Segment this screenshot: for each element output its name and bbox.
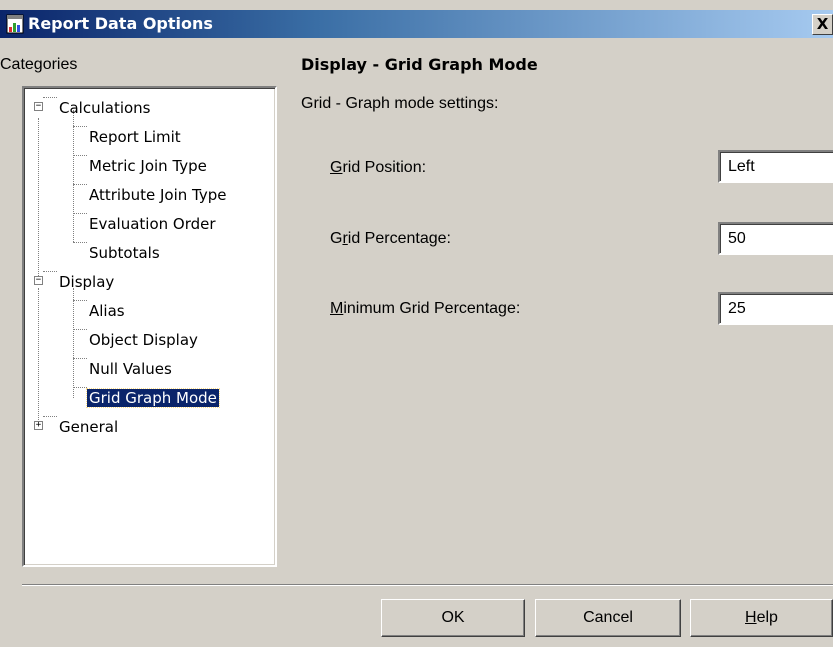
grid-percentage-field[interactable] — [718, 222, 833, 255]
tree-item-label: Metric Join Type — [89, 157, 207, 175]
tree-item-general[interactable]: General — [57, 415, 120, 439]
tree-item-label: Evaluation Order — [89, 215, 216, 233]
expand-general-icon[interactable]: + — [34, 421, 43, 430]
tree-item-attribute-join-type[interactable]: Attribute Join Type — [87, 183, 229, 207]
category-tree[interactable]: − Calculations Report Limit Metric Join … — [22, 86, 277, 567]
tree-item-metric-join-type[interactable]: Metric Join Type — [87, 154, 209, 178]
tree-item-object-display[interactable]: Object Display — [87, 328, 200, 352]
collapse-display-icon[interactable]: − — [34, 276, 43, 285]
cancel-button-label: Cancel — [583, 609, 633, 626]
tree-item-evaluation-order[interactable]: Evaluation Order — [87, 212, 218, 236]
tree-item-label: Null Values — [89, 360, 172, 378]
tree-item-alias[interactable]: Alias — [87, 299, 127, 323]
grid-position-field[interactable] — [718, 150, 833, 183]
tree-item-label: General — [59, 418, 119, 436]
collapse-calculations-icon[interactable]: − — [34, 102, 43, 111]
section-subtitle: Grid - Graph mode settings: — [301, 95, 499, 112]
ok-button[interactable]: OK — [381, 599, 525, 637]
tree-item-label: Display — [59, 273, 115, 291]
window-title: Report Data Options — [28, 14, 213, 33]
title-bar: Report Data Options X — [0, 10, 833, 38]
tree-item-display[interactable]: Display — [57, 270, 116, 294]
minimum-grid-percentage-field[interactable] — [718, 292, 833, 325]
tree-item-report-limit[interactable]: Report Limit — [87, 125, 183, 149]
tree-item-label: Subtotals — [89, 244, 160, 262]
section-title: Display - Grid Graph Mode — [301, 55, 538, 74]
grid-position-label: Grid Position: — [330, 159, 427, 176]
tree-item-label: Calculations — [59, 99, 151, 117]
tree-item-grid-graph-mode[interactable]: Grid Graph Mode — [86, 386, 220, 410]
tree-item-label: Object Display — [89, 331, 198, 349]
tree-item-calculations[interactable]: Calculations — [57, 96, 153, 120]
help-mnemonic: H — [745, 609, 757, 626]
categories-label: Categories — [0, 56, 78, 73]
cancel-button[interactable]: Cancel — [535, 599, 681, 637]
tree-item-subtotals[interactable]: Subtotals — [87, 241, 162, 265]
close-button[interactable]: X — [812, 14, 833, 35]
help-button-label: elp — [756, 609, 778, 626]
close-icon: X — [816, 15, 829, 33]
grid-percentage-label: Grid Percentage: — [330, 230, 451, 247]
report-icon — [6, 14, 24, 34]
help-button[interactable]: Help — [690, 599, 833, 637]
ok-button-label: OK — [441, 609, 465, 626]
tree-item-label: Alias — [89, 302, 125, 320]
tree-item-label: Grid Graph Mode — [86, 388, 220, 408]
separator — [22, 584, 833, 586]
tree-item-null-values[interactable]: Null Values — [87, 357, 174, 381]
tree-item-label: Attribute Join Type — [89, 186, 227, 204]
tree-item-label: Report Limit — [89, 128, 181, 146]
minimum-grid-percentage-label: Minimum Grid Percentage: — [330, 300, 521, 317]
